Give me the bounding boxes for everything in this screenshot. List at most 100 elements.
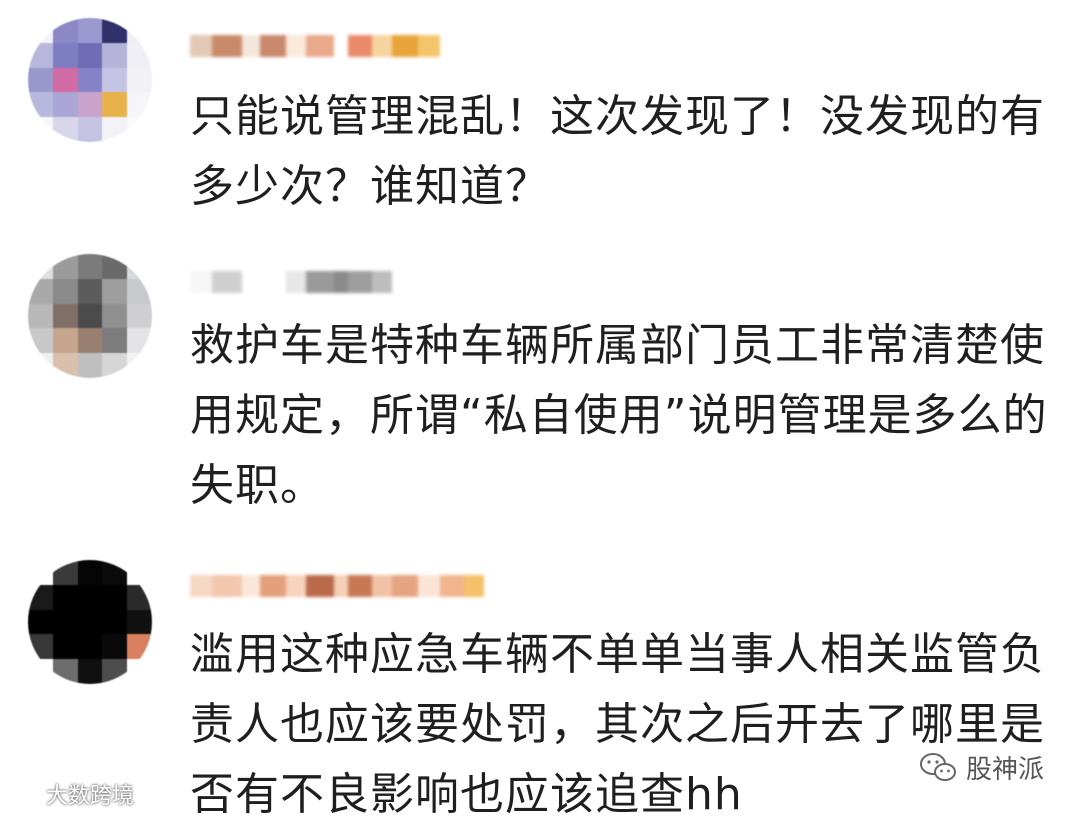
- avatar-pixels: [28, 254, 152, 378]
- avatar-pixel: [28, 117, 53, 142]
- avatar-pixel: [127, 328, 152, 354]
- avatar-pixel: [127, 117, 152, 142]
- avatar-pixel: [52, 303, 78, 329]
- comment-text: 救护车是特种车辆所属部门员工非常清楚使 用规定，所谓“私自使用”说明管理是多么的…: [190, 320, 1048, 511]
- avatar-pixel: [77, 42, 103, 68]
- username-pixel: [306, 35, 334, 57]
- avatar-pixel: [28, 254, 53, 279]
- avatar-pixel: [77, 659, 103, 684]
- username-pixel: [392, 35, 418, 57]
- avatar-pixel: [77, 278, 103, 304]
- username-pixel: [440, 575, 464, 597]
- username-blurred[interactable]: [190, 262, 392, 302]
- avatar-pixel: [52, 634, 78, 660]
- username-pixel: [372, 575, 392, 597]
- avatar-pixel: [52, 659, 78, 684]
- avatar-pixel: [102, 634, 128, 660]
- comment-text: 滥用这种应急车辆不单单当事人相关监管负 责人也应该要处罚，其次之后开去了哪里是 …: [190, 629, 1045, 818]
- avatar-pixel: [77, 584, 103, 610]
- avatar-pixel: [52, 92, 78, 118]
- avatar-pixel: [102, 67, 128, 93]
- avatar-pixel: [77, 67, 103, 93]
- username-pixel: [190, 575, 212, 597]
- username-pixel: [418, 575, 440, 597]
- avatar[interactable]: [28, 560, 152, 684]
- avatar-pixel: [127, 634, 152, 660]
- username-pixel: [286, 271, 306, 293]
- username-pixel: [260, 575, 286, 597]
- username-pixel: [464, 575, 484, 597]
- avatar-pixel: [102, 584, 128, 610]
- avatar-pixel: [28, 67, 53, 93]
- avatar-pixels: [28, 560, 152, 684]
- avatar-pixel: [102, 117, 128, 142]
- avatar-pixel: [77, 634, 103, 660]
- wechat-icon: [919, 752, 956, 781]
- watermark-left-text: 大数跨境: [46, 784, 135, 809]
- avatar-pixel: [77, 353, 103, 378]
- avatar-pixel: [52, 328, 78, 354]
- username-pixel: [372, 35, 392, 57]
- avatar-pixel: [28, 278, 53, 304]
- avatar-pixel: [52, 560, 78, 585]
- avatar[interactable]: [28, 18, 152, 142]
- avatar-pixel: [28, 18, 53, 43]
- username-pixel: [348, 35, 372, 57]
- avatar-pixel: [28, 92, 53, 118]
- avatar-pixel: [52, 254, 78, 279]
- username-pixel: [306, 575, 334, 597]
- username-pixel: [260, 35, 286, 57]
- avatar-pixel: [52, 42, 78, 68]
- username-blurred[interactable]: [190, 566, 484, 606]
- avatar-pixel: [77, 560, 103, 585]
- avatar-pixel: [52, 18, 78, 43]
- avatar-pixel: [102, 42, 128, 68]
- avatar-pixel: [127, 609, 152, 635]
- avatar-pixel: [102, 560, 128, 585]
- username-pixel: [190, 271, 212, 293]
- username-pixel: [286, 35, 306, 57]
- username-pixel: [212, 575, 242, 597]
- username-pixel: [334, 271, 348, 293]
- avatar-pixel: [77, 92, 103, 118]
- username-blurred[interactable]: [190, 26, 440, 66]
- avatar-pixel: [52, 353, 78, 378]
- avatar-pixel: [52, 67, 78, 93]
- avatar-pixel: [77, 254, 103, 279]
- avatar[interactable]: [28, 254, 152, 378]
- avatar-pixel: [102, 278, 128, 304]
- username-pixel: [190, 35, 212, 57]
- avatar-pixel: [102, 609, 128, 635]
- avatar-pixels: [28, 18, 152, 142]
- avatar-pixel: [77, 18, 103, 43]
- avatar-pixel: [127, 584, 152, 610]
- username-pixel: [242, 35, 260, 57]
- avatar-pixel: [102, 353, 128, 378]
- avatar-pixel: [77, 303, 103, 329]
- username-pixel: [286, 575, 306, 597]
- avatar-pixel: [52, 584, 78, 610]
- watermark-right-text: 股神派: [965, 755, 1044, 785]
- weibo-icon: [7, 783, 38, 807]
- avatar-pixel: [52, 609, 78, 635]
- avatar-pixel: [77, 609, 103, 635]
- avatar-pixel: [127, 42, 152, 68]
- avatar-pixel: [127, 353, 152, 378]
- watermark-right: 股神派: [917, 749, 1044, 786]
- avatar-pixel: [102, 254, 128, 279]
- username-pixel: [334, 575, 348, 597]
- comment-text: 只能说管理混乱！这次发现了！没发现的有 多少次？谁知道？: [190, 91, 1045, 212]
- avatar-pixel: [28, 584, 53, 610]
- avatar-pixel: [28, 659, 53, 684]
- username-pixel: [242, 575, 260, 597]
- watermark-left: 大数跨境: [6, 778, 134, 810]
- username-pixel: [242, 271, 260, 293]
- avatar-pixel: [28, 609, 53, 635]
- avatar-pixel: [77, 328, 103, 354]
- avatar-pixel: [127, 303, 152, 329]
- avatar-pixel: [52, 278, 78, 304]
- avatar-pixel: [52, 117, 78, 142]
- username-pixel: [212, 271, 242, 293]
- username-pixel: [348, 575, 372, 597]
- avatar-pixel: [127, 254, 152, 279]
